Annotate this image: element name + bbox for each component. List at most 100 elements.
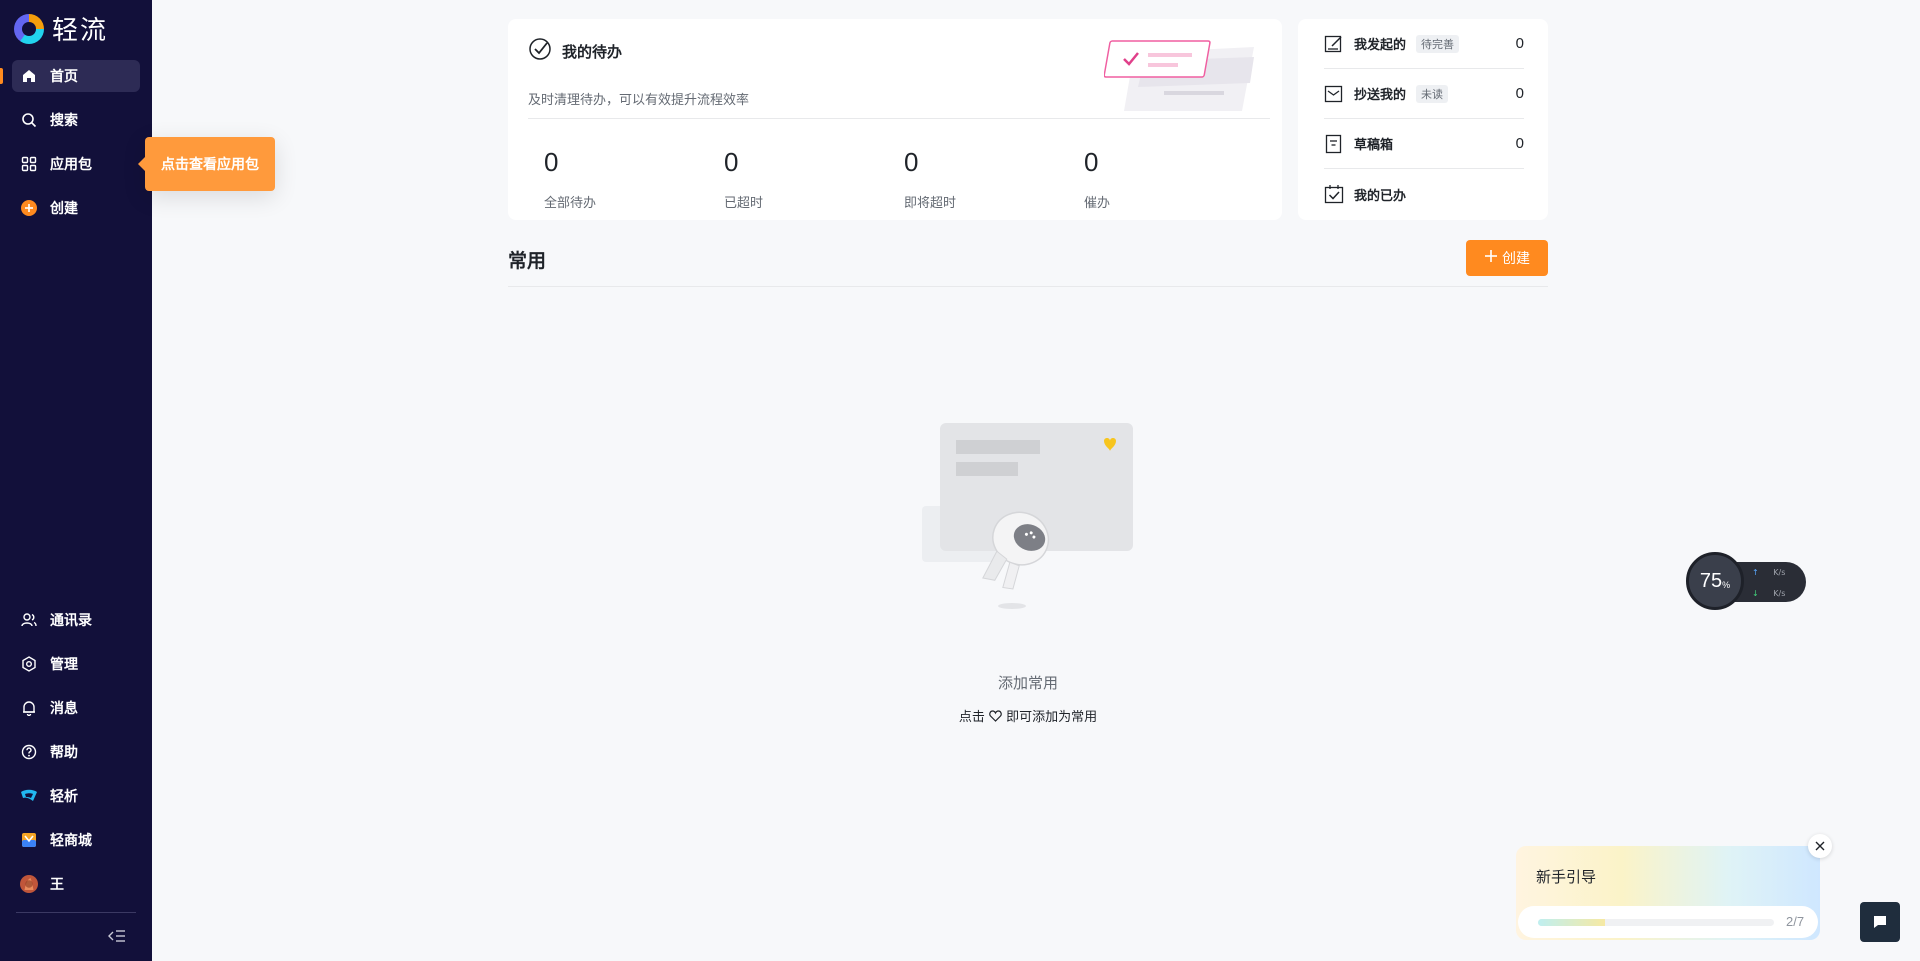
row-label: 草稿箱 [1354,138,1394,153]
divider [528,118,1270,119]
sidebar-divider [16,912,136,913]
stat-value: 0 [544,147,559,177]
upload-unit: K/s [1773,568,1786,577]
sidebar-item-label: 轻析 [50,789,78,805]
progress-track [1538,919,1774,926]
sidebar-item-user[interactable]: 王 [12,868,140,900]
usage-value: 75 [1699,569,1723,592]
stat-urged[interactable]: 0 催办 [1084,147,1234,211]
process-summary-card: 我发起的 待完善 0 抄送我的 未读 0 草稿箱 0 我的已办 [1298,19,1548,220]
stat-label: 催办 [1084,196,1111,211]
sidebar-item-create[interactable]: 创建 [12,192,140,224]
plus-icon [1484,249,1498,267]
todo-header[interactable]: 我的待办 [528,37,622,65]
row-count: 0 [1515,85,1524,102]
row-cc-me[interactable]: 抄送我的 未读 0 [1324,69,1524,119]
row-drafts[interactable]: 草稿箱 0 [1324,119,1524,169]
sidebar-item-app-packages[interactable]: 应用包 [12,148,140,180]
mail-icon [1324,84,1344,104]
guide-title: 新手引导 [1536,868,1597,886]
empty-state-title: 添加常用 [997,674,1058,692]
stat-overdue[interactable]: 0 已超时 [724,147,874,211]
sidebar-item-label: 管理 [50,657,78,673]
hint-prefix: 点击 [958,710,985,725]
arrow-up-icon: ↑ [1752,568,1759,577]
row-count: 0 [1515,35,1524,52]
done-icon [1324,184,1344,204]
empty-state-hint: 点击 即可添加为常用 [0,706,1920,725]
app-package-tooltip[interactable]: 点击查看应用包 [138,137,275,191]
arrow-down-icon: ↓ [1752,589,1759,598]
row-done[interactable]: 我的已办 [1324,169,1524,219]
brand-logo-icon [14,13,44,44]
hint-suffix: 即可添加为常用 [1006,710,1098,725]
section-title: 常用 [508,250,547,272]
sidebar-item-label: 通讯录 [50,613,92,629]
avatar [20,875,38,893]
download-speed: ↓ K/s [1752,589,1785,598]
brand-name: 轻流 [52,16,109,46]
divider [508,286,1548,287]
row-label: 我发起的 [1354,38,1407,53]
row-label: 我的已办 [1354,188,1407,204]
sidebar-item-contacts[interactable]: 通讯录 [12,604,140,636]
sidebar-item-label: 首页 [50,69,78,85]
brand-logo[interactable]: 轻流 [14,10,108,47]
stat-value: 0 [1084,147,1099,177]
stat-due-soon[interactable]: 0 即将超时 [904,147,1054,211]
sidebar-item-label: 搜索 [50,113,78,129]
upload-speed: ↑ K/s [1752,568,1785,577]
create-button-label: 创建 [1502,251,1530,267]
plus-circle-icon [20,199,38,217]
row-initiated[interactable]: 我发起的 待完善 0 [1324,19,1524,69]
qingxi-icon [20,787,38,805]
stat-label: 全部待办 [544,196,597,211]
stat-label: 即将超时 [904,196,957,211]
collapse-sidebar-button[interactable] [108,928,128,946]
download-unit: K/s [1773,589,1786,598]
sidebar-item-label: 轻商城 [50,833,92,849]
guide-step-count: 2/7 [1786,914,1805,929]
guide-progress: 2/7 [1518,906,1818,938]
draft-icon [1324,134,1344,154]
settings-icon [20,655,38,673]
active-indicator [0,68,3,84]
sidebar-item-help[interactable]: 帮助 [12,736,140,768]
todo-card: 我的待办 及时清理待办，可以有效提升流程效率 0 全部待办 0 已超时 0 即将… [508,19,1282,220]
chat-support-button[interactable] [1860,902,1900,942]
check-circle-icon [528,37,552,65]
sidebar-item-qingxi[interactable]: 轻析 [12,780,140,812]
sidebar-item-home[interactable]: 首页 [12,60,140,92]
grid-icon [20,155,38,173]
sidebar-item-label: 应用包 [50,157,92,173]
chat-icon [1874,916,1886,928]
status-badge: 待完善 [1416,34,1460,53]
contacts-icon [20,611,38,629]
memory-usage-gauge: 75% [1686,552,1744,610]
sidebar-item-store[interactable]: 轻商城 [12,824,140,856]
progress-fill [1538,919,1606,926]
close-guide-button[interactable] [1808,834,1832,858]
sidebar-item-label: 帮助 [50,745,78,761]
beginner-guide-panel[interactable]: 新手引导 2/7 [1516,846,1820,940]
sidebar-item-search[interactable]: 搜索 [12,104,140,136]
help-icon [20,743,38,761]
search-icon [20,111,38,129]
heart-icon [989,710,1006,725]
sidebar: 轻流 首页 搜索 应用包 创建 通讯录 管理 消息 帮助 轻析 轻商城 王 [0,0,152,961]
create-button[interactable]: 创建 [1466,240,1548,276]
network-speed-widget[interactable]: ↑ K/s ↓ K/s 75% [1686,552,1806,610]
home-icon [20,67,38,85]
stat-value: 0 [904,147,919,177]
todo-subtitle: 及时清理待办，可以有效提升流程效率 [528,93,750,108]
edit-icon [1324,34,1344,54]
row-label: 抄送我的 [1354,88,1407,103]
store-icon [20,831,38,849]
todo-title: 我的待办 [562,42,623,61]
close-icon [1815,841,1825,851]
stat-all-todo[interactable]: 0 全部待办 [544,147,694,211]
collapse-icon [108,930,125,942]
status-badge: 未读 [1416,84,1449,103]
sidebar-item-label: 王 [50,877,64,893]
sidebar-item-label: 创建 [50,201,78,217]
